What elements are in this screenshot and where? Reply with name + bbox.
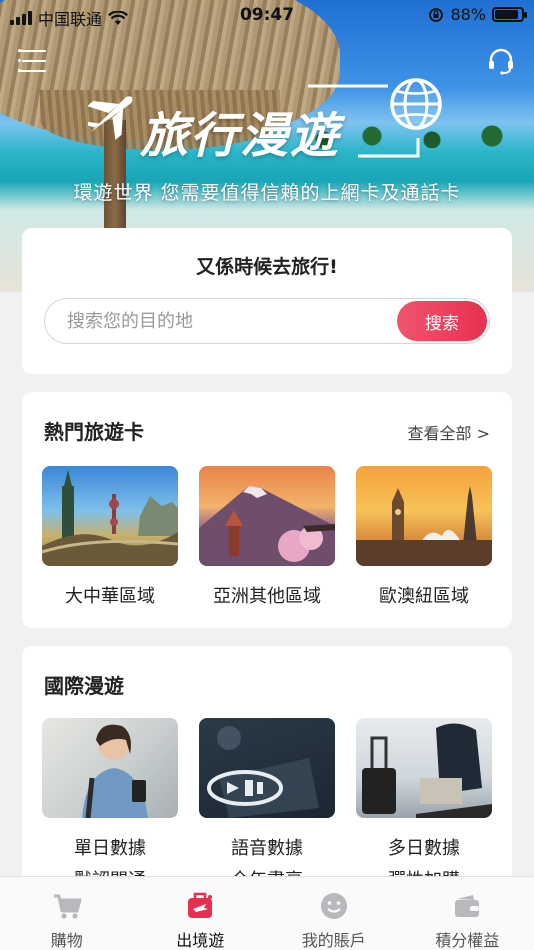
tab-my-account[interactable]: 我的賬戶 (267, 877, 401, 950)
tab-points-benefits[interactable]: 積分權益 (401, 877, 534, 950)
tab-outbound-travel[interactable]: 出境遊 (134, 877, 268, 950)
roaming-plan-single-day-data[interactable]: 單日數據 默認開通 (42, 718, 178, 892)
hot-travel-cards-section: 熱門旅遊卡 查看全部 > 大中華區域 亞洲其他區域 歐澳紐區域 (22, 392, 512, 628)
region-card-label: 亞洲其他區域 (213, 586, 321, 607)
roaming-plan-multi-day-data[interactable]: 多日數據 彈性加購 (356, 718, 492, 892)
section-title: 國際漫遊 (44, 674, 124, 698)
plan-label: 多日數據 (388, 838, 460, 859)
status-bar: 中国联通 09:47 88% (0, 0, 534, 32)
orientation-lock-icon (429, 7, 444, 22)
plan-label: 語音數據 (231, 838, 303, 859)
voice-waveform-image (199, 718, 335, 818)
destination-search-input[interactable] (67, 299, 387, 343)
plan-label: 單日數據 (74, 838, 146, 859)
search-card: 又係時候去旅行! 搜索 (22, 228, 512, 374)
traveler-with-phone-image (42, 718, 178, 818)
search-button[interactable]: 搜索 (397, 301, 487, 341)
greater-china-landmarks-image (42, 466, 178, 566)
suitcase-icon (188, 892, 213, 918)
tab-label: 出境遊 (176, 931, 225, 950)
wallet-icon (455, 895, 480, 917)
tab-label: 積分權益 (435, 931, 500, 950)
region-card-other-asia[interactable]: 亞洲其他區域 (199, 466, 335, 608)
region-card-europe-oceania[interactable]: 歐澳紐區域 (356, 466, 492, 608)
bottom-tab-bar: 購物 出境遊 我的賬戶 積分權益 (0, 876, 534, 950)
tab-label: 購物 (50, 931, 83, 950)
region-card-label: 大中華區域 (65, 586, 155, 607)
hero-tagline: 環遊世界 您需要值得信賴的上網卡及通話卡 (73, 182, 461, 204)
tab-label: 我的賬戶 (301, 931, 366, 950)
search-bar: 搜索 (44, 298, 490, 344)
region-card-greater-china[interactable]: 大中華區域 (42, 466, 178, 608)
international-roaming-section: 國際漫遊 單日數據 默認開通 (22, 646, 512, 906)
view-all-link[interactable]: 查看全部 > (408, 420, 491, 444)
section-title: 熱門旅遊卡 (44, 420, 144, 444)
roaming-plan-voice-data[interactable]: 語音數據 全年盡享 (199, 718, 335, 892)
brand-logo-text: 旅行漫遊 (140, 108, 341, 164)
business-traveler-luggage-image (356, 718, 492, 818)
battery-percent: 88% (450, 5, 486, 24)
tab-shopping[interactable]: 購物 (0, 877, 134, 950)
search-card-title: 又係時候去旅行! (196, 256, 338, 278)
menu-icon[interactable] (18, 49, 46, 72)
battery-icon (492, 7, 527, 22)
cart-icon (53, 894, 82, 919)
europe-oceania-landmarks-image (356, 466, 492, 566)
customer-service-icon[interactable] (486, 46, 516, 76)
region-card-label: 歐澳紐區域 (379, 586, 469, 607)
smiley-icon (320, 893, 347, 919)
asia-mount-fuji-image (199, 466, 335, 566)
